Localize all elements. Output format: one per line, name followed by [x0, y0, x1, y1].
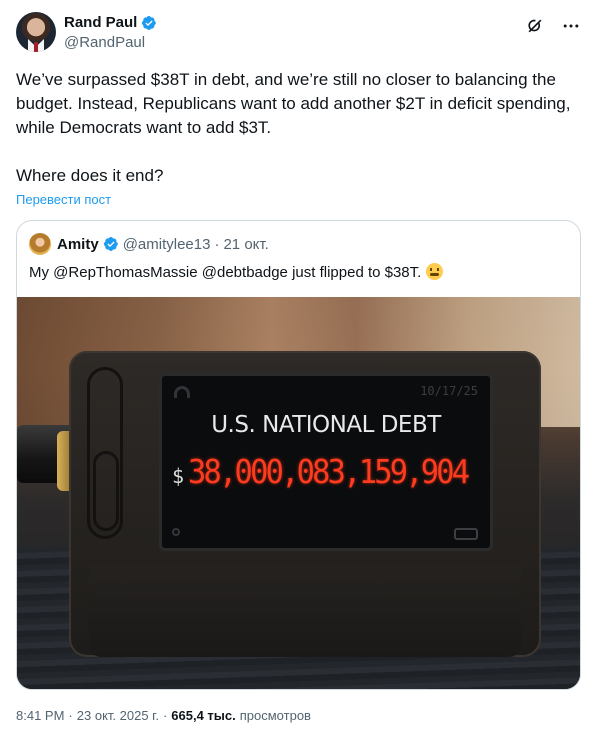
- device-clip-slot: [93, 451, 119, 531]
- views-label: просмотров: [239, 708, 311, 723]
- translate-post-link[interactable]: Перевести пост: [16, 192, 111, 207]
- quote-photo[interactable]: 10/17/25 U.S. NATIONAL DEBT $ 38,000,083…: [17, 297, 580, 689]
- quote-date[interactable]: 21 окт.: [223, 236, 268, 253]
- author-handle[interactable]: @RandPaul: [64, 34, 145, 51]
- debt-badge-device: 10/17/25 U.S. NATIONAL DEBT $ 38,000,083…: [69, 351, 541, 657]
- views-count: 665,4 тыс.: [171, 708, 236, 723]
- grok-icon[interactable]: [525, 16, 545, 36]
- wifi-icon: [174, 386, 190, 398]
- avatar-tie: [34, 42, 38, 52]
- currency-symbol: $: [172, 464, 185, 488]
- meta-separator: ·: [162, 708, 168, 723]
- tweet-meta: 8:41 PM · 23 окт. 2025 г. · 665,4 тыс. п…: [16, 708, 311, 723]
- verified-badge-icon[interactable]: [141, 15, 157, 31]
- quote-text-content: My @RepThomasMassie @debtbadge just flip…: [29, 264, 422, 281]
- status-dot-icon: [172, 528, 180, 536]
- more-options-icon[interactable]: [561, 16, 581, 36]
- angry-face-emoji-icon: [425, 263, 443, 280]
- device-base: [89, 565, 521, 657]
- tweet-text: We’ve surpassed $38T in debt, and we’re …: [16, 70, 571, 185]
- post-time[interactable]: 8:41 PM: [16, 708, 64, 723]
- tweet-header: Rand Paul @RandPaul: [16, 12, 581, 56]
- screen-date: 10/17/25: [420, 384, 478, 398]
- meta-separator: ·: [68, 708, 73, 723]
- quote-verified-badge-icon: [103, 236, 119, 252]
- quote-text: My @RepThomasMassie @debtbadge just flip…: [29, 263, 443, 281]
- quoted-tweet[interactable]: Amity @amitylee13 · 21 окт. My @RepThoma…: [16, 220, 581, 690]
- author-display-name[interactable]: Rand Paul: [64, 14, 137, 31]
- battery-charging-icon: [454, 528, 478, 540]
- quote-author-avatar[interactable]: [29, 233, 51, 255]
- quote-header: Amity @amitylee13 · 21 окт.: [29, 233, 269, 255]
- tweet-card: Rand Paul @RandPaul We’ve surpassed $38T…: [0, 0, 593, 739]
- quote-separator: ·: [214, 235, 220, 253]
- device-screen: 10/17/25 U.S. NATIONAL DEBT $ 38,000,083…: [159, 373, 493, 551]
- post-date[interactable]: 23 окт. 2025 г.: [77, 708, 159, 723]
- author-avatar[interactable]: [16, 12, 56, 52]
- author-name-row: Rand Paul: [64, 14, 157, 31]
- debt-readout: $ 38,000,083,159,904: [172, 452, 486, 491]
- quote-author-name[interactable]: Amity: [57, 236, 99, 253]
- tweet-top-actions: [525, 16, 581, 36]
- screen-title: U.S. NATIONAL DEBT: [211, 412, 441, 438]
- quote-author-handle[interactable]: @amitylee13: [123, 236, 211, 253]
- debt-value: 38,000,083,159,904: [188, 452, 470, 491]
